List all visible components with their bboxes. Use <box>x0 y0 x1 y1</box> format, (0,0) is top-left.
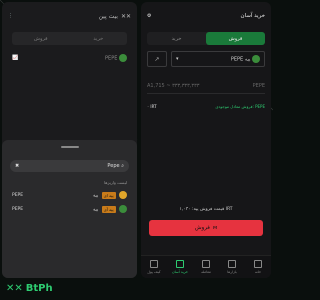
right-phone-screen: ⚙ خرید آسان خرید فروش ↗ ▾ PEPE پپه A1,71… <box>141 2 271 278</box>
tab-buy[interactable]: خرید <box>70 32 128 45</box>
amount-value: A1,715 ~ ۳۳۳,۳۳۳,۳۳۳ <box>147 83 200 89</box>
list-item-symbol: PEPE <box>12 192 24 198</box>
pepe-coin-icon <box>252 55 260 63</box>
brand-text: بیت پین <box>98 12 118 20</box>
nav-label: معامله <box>201 270 211 274</box>
menu-icon[interactable]: ⋮ <box>8 13 13 19</box>
chart-icon[interactable]: 📈 <box>12 55 18 61</box>
list-item-symbol: PEPE <box>12 206 24 212</box>
balance-value: ۰ IRT <box>147 104 157 109</box>
nav-item[interactable]: بازارها <box>219 256 245 278</box>
search-value: Pepe <box>107 163 120 169</box>
nav-label: بازارها <box>227 270 237 274</box>
nav-item[interactable]: کیف پول <box>141 256 167 278</box>
sell-price: قیمت فروش پپه: ۱,۰۳۰ IRT <box>179 207 233 212</box>
sell-icon: ᴍ <box>212 225 218 231</box>
coin-picker-sheet: ✖ Pepe ⌕ لیست واریزها PEPE پپه ای پپه PE… <box>2 140 137 278</box>
wallet-icon <box>150 260 158 268</box>
coin-icon <box>119 191 127 199</box>
tab-sell[interactable]: فروش <box>12 32 70 45</box>
sell-button[interactable]: فروش ᴍ <box>149 220 263 236</box>
balance-label[interactable]: فروش معادل موجودی: PEPE <box>215 104 265 109</box>
chart-icon: ↗ <box>154 55 160 63</box>
settings-icon[interactable]: ⚙ <box>147 13 151 19</box>
coin-select[interactable]: ▾ PEPE پپه <box>171 51 265 67</box>
brand-logo: ✕✕ BtPh <box>6 280 53 296</box>
left-brand: بیت پین ✕✕ <box>99 13 131 20</box>
bottom-nav: کیف پول خرید آسان معامله بازارها خانه <box>141 255 271 278</box>
chart-button[interactable]: ↗ <box>147 51 167 67</box>
balance-row: ۰ IRT فروش معادل موجودی: PEPE <box>147 104 265 109</box>
clear-icon[interactable]: ✖ <box>15 163 19 169</box>
left-coin-row[interactable]: 📈 PEPE <box>12 54 127 62</box>
page-title: خرید آسان <box>240 13 265 19</box>
markets-icon <box>228 260 236 268</box>
nav-item[interactable]: معامله <box>193 256 219 278</box>
tab-sell[interactable]: فروش <box>206 32 265 45</box>
nav-item[interactable]: خانه <box>245 256 271 278</box>
left-coin-label: PEPE <box>105 55 118 62</box>
list-header: لیست واریزها <box>104 180 127 185</box>
logo-text: BtPh <box>25 282 53 294</box>
sheet-handle[interactable] <box>60 146 79 148</box>
left-phone-screen: ⋮ بیت پین ✕✕ فروش خرید 📈 PEPE ✖ Pepe ⌕ ل… <box>2 2 137 278</box>
logo-mark-icon: ✕✕ <box>6 282 23 294</box>
nav-label: کیف پول <box>147 270 161 274</box>
search-icon: ⌕ <box>121 163 124 169</box>
list-item-badge: پپه ای <box>101 191 116 199</box>
list-item-badge: پپه آی <box>101 205 116 213</box>
left-tabs: فروش خرید <box>12 32 127 45</box>
amount-input[interactable]: A1,715 ~ ۳۳۳,۳۳۳,۳۳۳ PEPE <box>147 79 265 94</box>
nav-label: خرید آسان <box>172 270 188 274</box>
brand-logo-icon: ✕✕ <box>120 12 131 20</box>
amount-unit: PEPE <box>252 83 265 89</box>
easy-buy-icon <box>176 260 184 268</box>
coin-select-value: PEPE پپه <box>230 56 251 63</box>
list-item-name: پپه <box>93 207 99 213</box>
nav-item[interactable]: خرید آسان <box>167 256 193 278</box>
coin-controls: ↗ ▾ PEPE پپه <box>147 51 265 67</box>
tab-buy[interactable]: خرید <box>147 32 206 45</box>
left-topbar: ⋮ بیت پین ✕✕ <box>2 2 137 30</box>
list-item[interactable]: PEPE پپه ای پپه <box>12 191 127 199</box>
nav-label: خانه <box>254 270 262 274</box>
pepe-coin-icon <box>119 54 127 62</box>
search-input[interactable]: ✖ Pepe ⌕ <box>10 160 129 172</box>
chevron-down-icon: ▾ <box>176 56 179 62</box>
pepe-coin-icon <box>119 205 127 213</box>
home-icon <box>254 260 262 268</box>
list-item-name: پپه <box>93 193 99 199</box>
sell-button-label: فروش <box>194 225 210 231</box>
right-topbar: ⚙ خرید آسان <box>141 2 271 30</box>
right-tabs: خرید فروش <box>147 32 265 45</box>
trade-icon <box>202 260 210 268</box>
list-item[interactable]: PEPE پپه آی پپه <box>12 205 127 213</box>
